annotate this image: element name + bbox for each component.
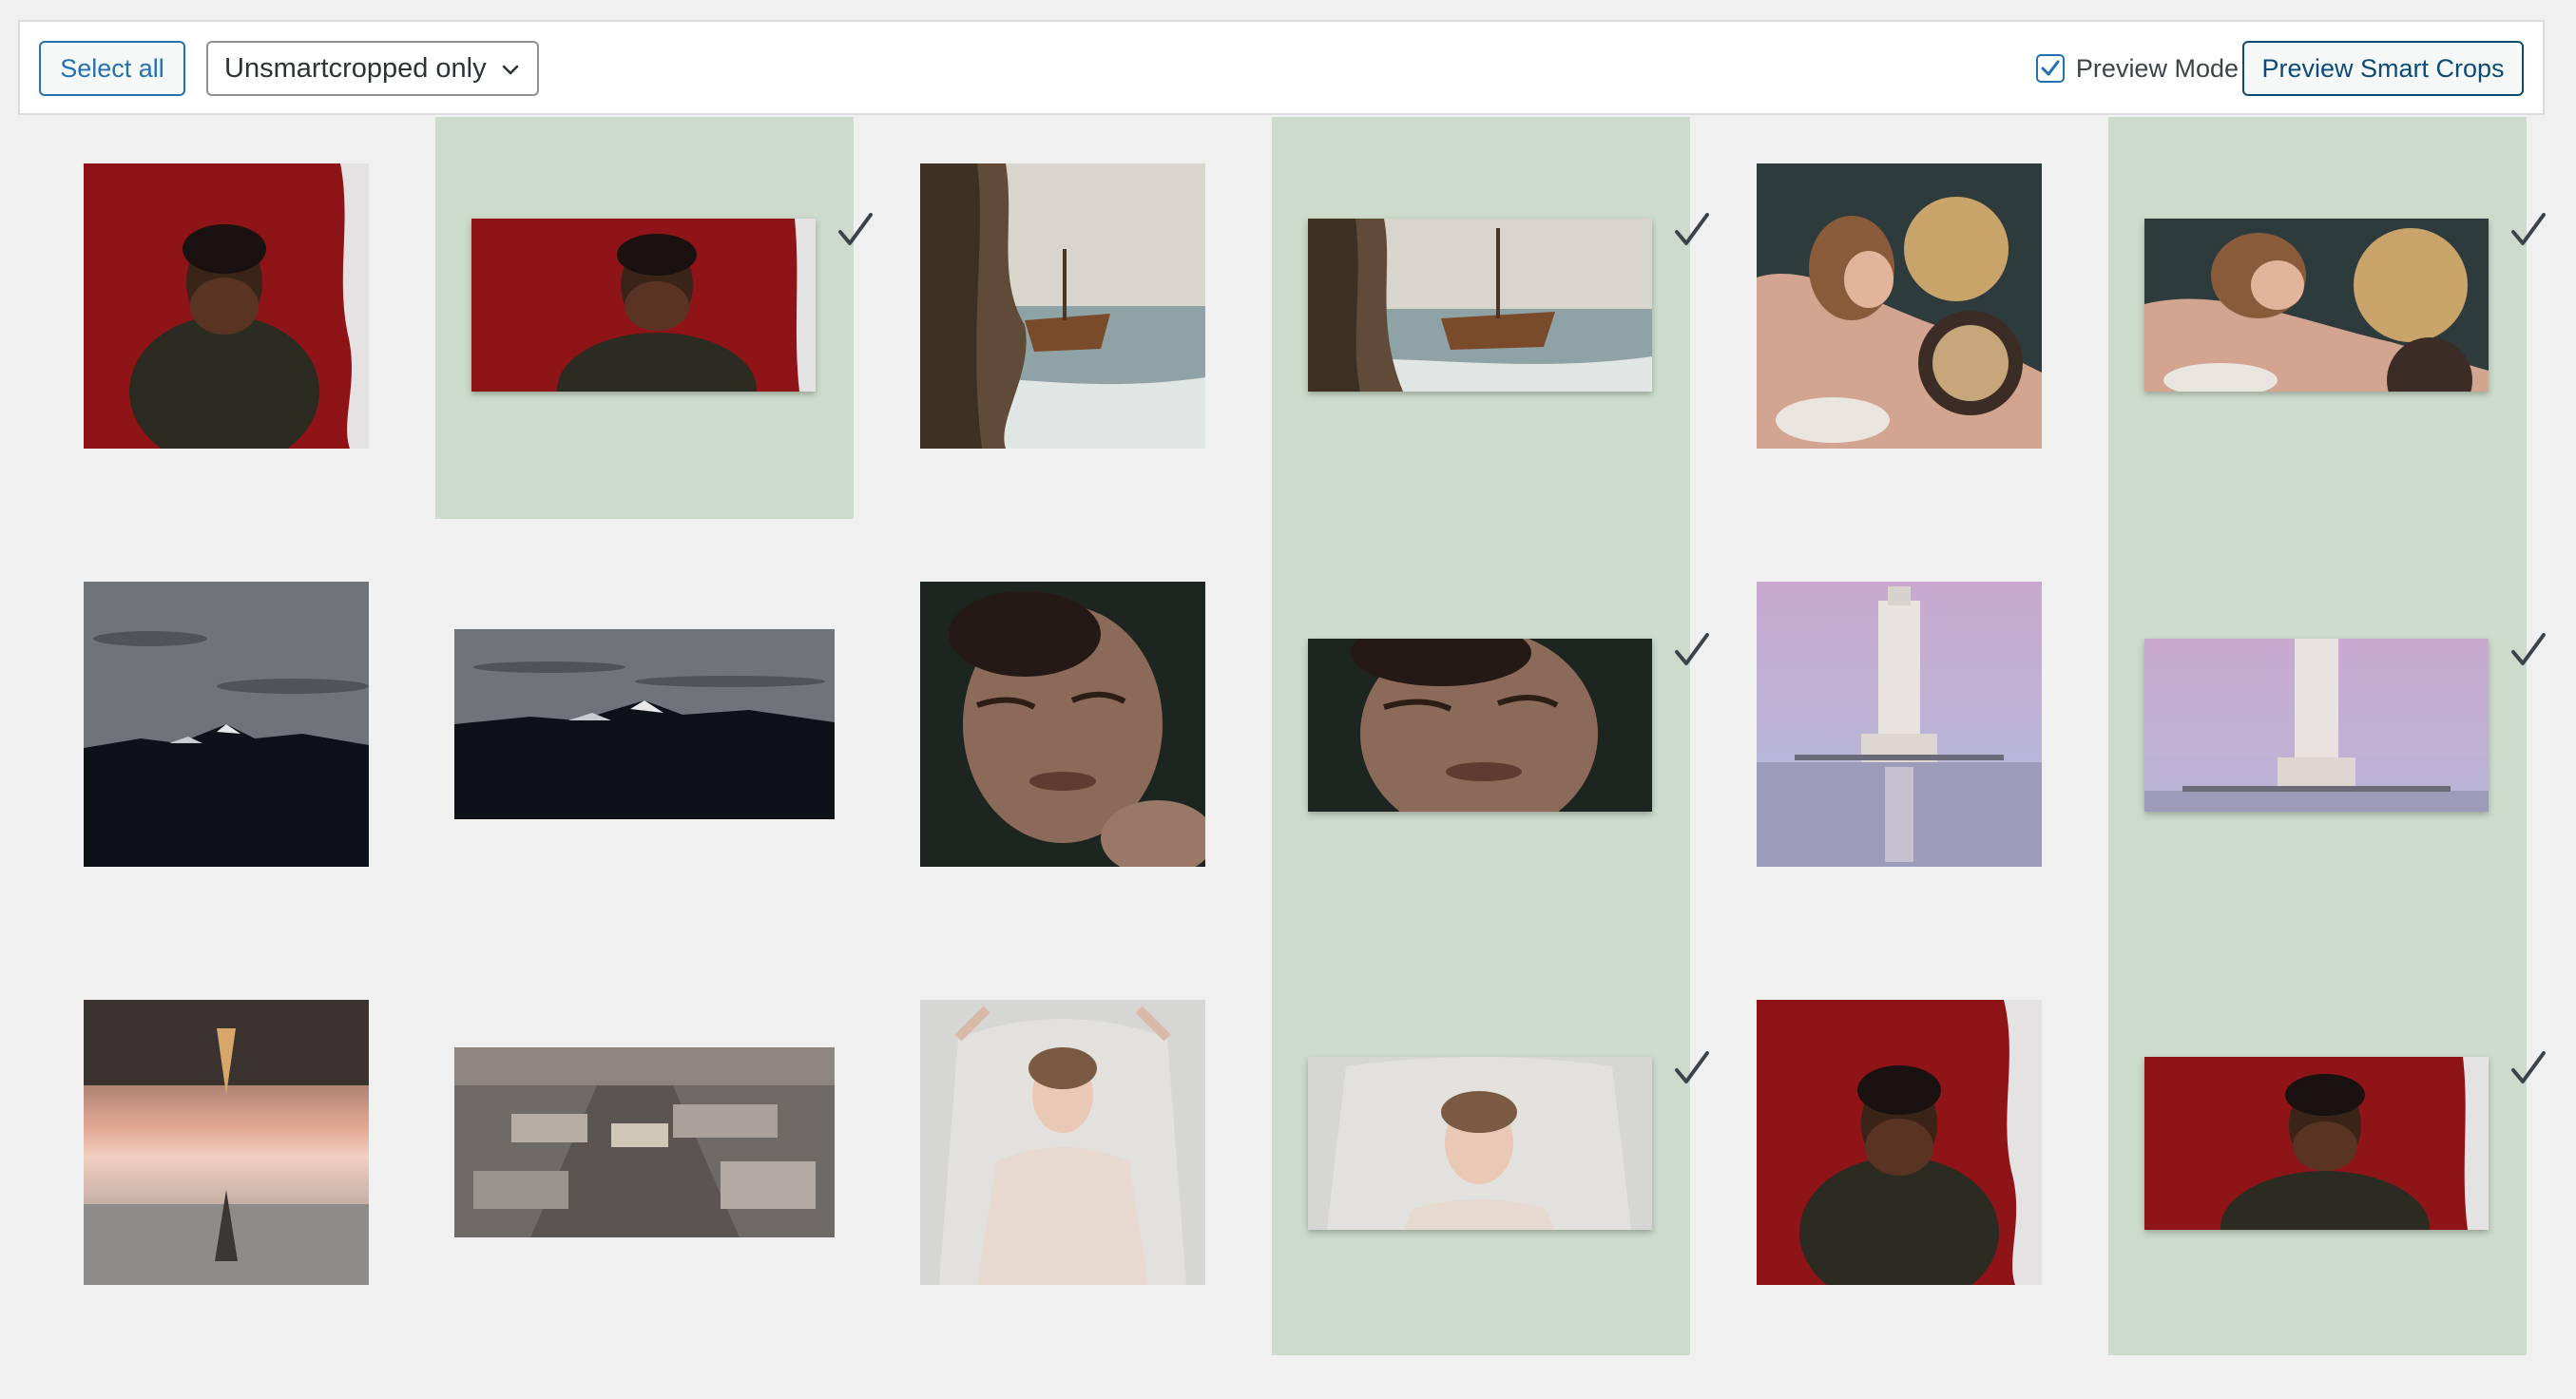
checkmark-icon [2041, 60, 2060, 76]
checkmark-icon [1675, 213, 1709, 245]
smart-crop-preview[interactable] [1308, 1057, 1652, 1230]
smart-crop-preview[interactable] [454, 1047, 835, 1237]
checkmark-icon [1675, 1051, 1709, 1083]
image-thumbnail[interactable] [920, 1000, 1205, 1285]
preview-mode-toggle[interactable]: Preview Mode [2035, 41, 2239, 96]
image-thumbnail[interactable] [84, 582, 369, 867]
preview-mode-checkbox[interactable] [2035, 54, 2065, 83]
smart-crop-preview[interactable] [1308, 219, 1652, 392]
checkmark-icon [838, 213, 873, 245]
preview-mode-label: Preview Mode [2075, 53, 2239, 83]
filter-dropdown[interactable]: Unsmartcropped only [206, 41, 539, 96]
checkmark-icon [2511, 213, 2546, 245]
chevron-down-icon [502, 65, 519, 75]
filter-dropdown-value: Unsmartcropped only [224, 52, 487, 84]
image-thumbnail[interactable] [920, 582, 1205, 867]
smart-crop-preview[interactable] [2144, 1057, 2489, 1230]
smart-crop-preview[interactable] [2144, 639, 2489, 812]
checkmark-icon [2511, 1051, 2546, 1083]
image-thumbnail[interactable] [1757, 582, 2042, 867]
select-all-button[interactable]: Select all [39, 41, 185, 96]
checkmark-icon [1675, 633, 1709, 665]
smart-crop-preview[interactable] [471, 219, 816, 392]
smart-crop-preview[interactable] [454, 629, 835, 819]
image-thumbnail[interactable] [84, 163, 369, 449]
image-thumbnail[interactable] [1757, 163, 2042, 449]
image-thumbnail[interactable] [1757, 1000, 2042, 1285]
image-thumbnail[interactable] [920, 163, 1205, 449]
smart-crop-preview[interactable] [1308, 639, 1652, 812]
image-thumbnail[interactable] [84, 1000, 369, 1285]
bulk-toolbar: Select all Unsmartcropped only Preview M… [18, 20, 2545, 115]
smart-crop-preview[interactable] [2144, 219, 2489, 392]
preview-smart-crops-button[interactable]: Preview Smart Crops [2242, 41, 2524, 96]
checkmark-icon [2511, 633, 2546, 665]
